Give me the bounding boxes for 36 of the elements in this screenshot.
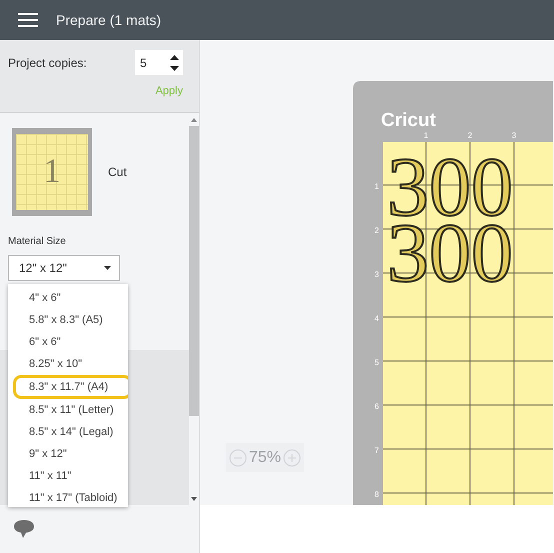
ruler-label: 8	[374, 490, 379, 499]
mat-number: 1	[44, 153, 60, 191]
dropdown-option[interactable]: 8.25" x 10"	[8, 353, 128, 375]
ruler-label: 1	[374, 182, 379, 191]
menu-icon[interactable]	[18, 13, 38, 27]
dropdown-option[interactable]: 4" x 6"	[8, 287, 128, 309]
ruler-label: 3	[512, 131, 516, 140]
ruler-label: 2	[374, 226, 379, 235]
window-title: Prepare (1 mats)	[56, 12, 162, 28]
material-size-dropdown[interactable]: 12" x 12"	[8, 255, 120, 281]
copies-field[interactable]: 5	[135, 50, 183, 75]
dropdown-option[interactable]: 8.5" x 14" (Legal)	[8, 421, 128, 443]
spinner-arrows-icon[interactable]	[170, 54, 179, 72]
scroll-up-icon[interactable]	[191, 118, 197, 122]
scroll-down-icon[interactable]	[191, 497, 197, 501]
dropdown-option[interactable]: 9" x 12"	[8, 443, 128, 465]
ruler-label: 6	[374, 402, 379, 411]
ruler-label: 2	[468, 131, 472, 140]
ruler-label: 3	[374, 270, 379, 279]
chat-bubble-icon[interactable]	[13, 519, 35, 539]
mat-logo: Cricut	[381, 110, 436, 131]
dropdown-option[interactable]: 6" x 6"	[8, 331, 128, 353]
ruler-label: 5	[374, 358, 379, 367]
dropdown-option[interactable]: 8.3" x 11.7" (A4)	[13, 375, 128, 399]
ruler-label: 1	[424, 131, 428, 140]
ruler-label: 4	[374, 314, 379, 323]
caret-icon	[104, 266, 111, 270]
material-size-label: Material Size	[8, 236, 67, 247]
ruler-label: 7	[374, 446, 379, 455]
mat-label: Cut	[108, 165, 127, 179]
dropdown-option[interactable]: 8.5" x 11" (Letter)	[8, 399, 128, 421]
dropdown-option[interactable]: 11" x 17" (Tabloid)	[8, 487, 128, 507]
zoom-level: 75%	[248, 448, 282, 466]
dropdown-option[interactable]: 11" x 11"	[8, 465, 128, 487]
dropdown-option[interactable]: 5.8" x 8.3" (A5)	[8, 309, 128, 331]
copies-label: Project copies:	[8, 56, 87, 70]
